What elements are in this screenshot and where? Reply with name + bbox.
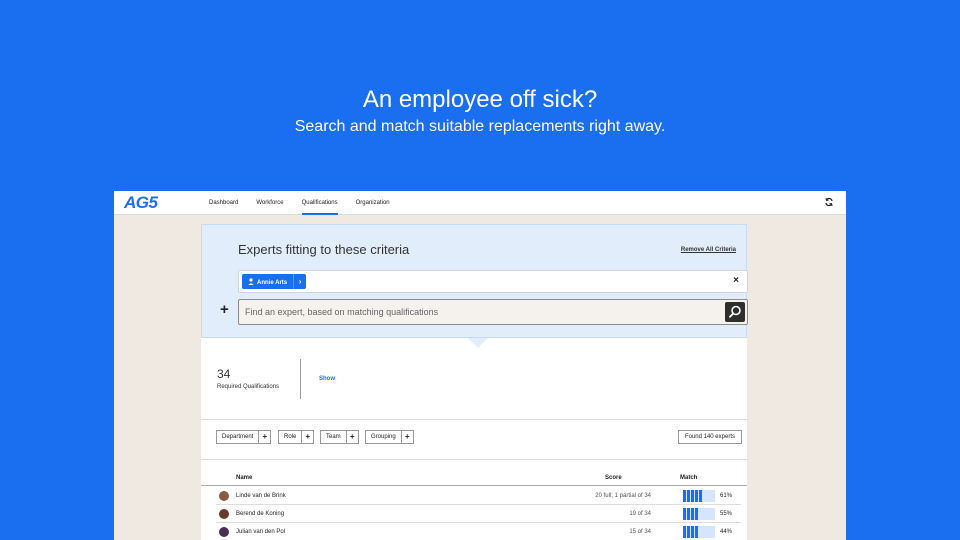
filters-bar: Department + Role + Team + Grouping + Found … xyxy=(201,420,747,460)
table-row[interactable]: Linde van de Brink 20 full; 1 partial of… xyxy=(216,487,741,505)
criteria-section: Experts fitting to these criteria Remove… xyxy=(201,224,748,348)
match-bar-segment xyxy=(691,490,694,502)
required-label: Required Qualifications xyxy=(217,384,280,390)
filter-team[interactable]: Team + xyxy=(320,430,359,444)
match-bar-segment xyxy=(691,508,694,520)
row-name: Linde van de Brink xyxy=(236,493,286,499)
criteria-chip[interactable]: Annie Arts › xyxy=(242,274,307,289)
table-row[interactable]: Berend de Koning 19 of 34 55% xyxy=(216,505,741,523)
criteria-title: Experts fitting to these criteria xyxy=(238,242,410,257)
row-match-pct: 61% xyxy=(720,493,733,499)
main-panel: Experts fitting to these criteria Remove… xyxy=(201,224,748,540)
chevron-right-icon[interactable]: › xyxy=(293,274,306,289)
plus-icon[interactable]: + xyxy=(301,431,313,443)
stats-section: 34 Required Qualifications Show xyxy=(201,338,747,420)
nav-dashboard[interactable]: Dashboard xyxy=(209,191,238,215)
ag5-logo[interactable]: AG5 xyxy=(124,194,158,212)
match-bar-segment xyxy=(683,490,686,502)
match-bar-segment xyxy=(691,526,694,538)
row-name: Berend de Koning xyxy=(236,511,285,517)
row-match-pct: 55% xyxy=(720,511,733,517)
search-box xyxy=(238,299,748,325)
close-icon[interactable]: × xyxy=(733,275,739,286)
search-input[interactable] xyxy=(245,305,705,319)
row-score: 19 of 34 xyxy=(629,511,651,517)
filter-label: Department xyxy=(222,434,254,440)
table-header: Name Score Match xyxy=(201,471,747,486)
match-bar-segment xyxy=(695,508,698,520)
match-bar-segment xyxy=(683,508,686,520)
header-score[interactable]: Score xyxy=(605,475,622,481)
match-bar xyxy=(683,508,715,520)
table-row[interactable]: Julian van den Pol 15 of 34 44% xyxy=(216,523,741,540)
nav-workforce[interactable]: Workforce xyxy=(256,191,283,215)
match-bar xyxy=(683,490,715,502)
row-score: 15 of 34 xyxy=(629,529,651,535)
chip-label: Annie Arts xyxy=(257,279,288,286)
search-icon xyxy=(729,305,741,318)
show-link[interactable]: Show xyxy=(319,376,335,382)
avatar xyxy=(219,527,229,537)
match-bar-segment xyxy=(699,490,702,502)
hero: An employee off sick? Search and match s… xyxy=(0,86,960,138)
hero-subline: Search and match suitable replacements r… xyxy=(294,118,666,135)
header-match[interactable]: Match xyxy=(680,475,697,481)
hero-headline: An employee off sick? xyxy=(362,86,598,113)
required-count: 34 xyxy=(217,367,231,381)
criteria-chip-content: Annie Arts xyxy=(242,277,293,286)
found-experts-button[interactable]: Found 140 experts xyxy=(677,430,742,444)
filter-label: Grouping xyxy=(371,434,396,440)
main-nav: Dashboard Workforce Qualifications Organ… xyxy=(209,191,408,215)
nav-qualifications[interactable]: Qualifications xyxy=(301,191,338,215)
add-criteria-icon[interactable]: + xyxy=(220,302,229,318)
filter-grouping[interactable]: Grouping + xyxy=(365,430,414,444)
filter-department[interactable]: Department + xyxy=(216,430,272,444)
plus-icon[interactable]: + xyxy=(345,431,358,443)
match-bar-segment xyxy=(695,490,698,502)
avatar xyxy=(219,509,229,519)
filter-label: Role xyxy=(284,434,297,440)
remove-all-criteria-link[interactable]: Remove All Criteria xyxy=(681,247,736,253)
avatar xyxy=(219,491,229,501)
stat-divider xyxy=(300,359,301,399)
filter-label: Team xyxy=(326,434,341,440)
match-bar-segment xyxy=(687,490,690,502)
row-name: Julian van den Pol xyxy=(236,529,286,535)
row-score: 20 full; 1 partial of 34 xyxy=(595,493,651,499)
refresh-icon[interactable] xyxy=(824,197,834,207)
row-match-pct: 44% xyxy=(720,529,733,535)
filter-role[interactable]: Role + xyxy=(278,430,315,444)
person-icon xyxy=(248,277,254,285)
plus-icon[interactable]: + xyxy=(400,431,413,443)
nav-organization[interactable]: Organization xyxy=(356,191,390,215)
header-name[interactable]: Name xyxy=(236,475,252,481)
app-window: AG5 Dashboard Workforce Qualifications O… xyxy=(114,191,846,540)
search-button[interactable] xyxy=(725,302,745,322)
top-bar: AG5 Dashboard Workforce Qualifications O… xyxy=(114,191,846,215)
criteria-chip-row: Annie Arts › × xyxy=(238,270,748,293)
match-bar xyxy=(683,526,715,538)
match-bar-segment xyxy=(695,526,698,538)
match-bar-segment xyxy=(683,526,686,538)
plus-icon[interactable]: + xyxy=(258,431,270,443)
match-bar-segment xyxy=(687,526,690,538)
match-bar-segment xyxy=(687,508,690,520)
